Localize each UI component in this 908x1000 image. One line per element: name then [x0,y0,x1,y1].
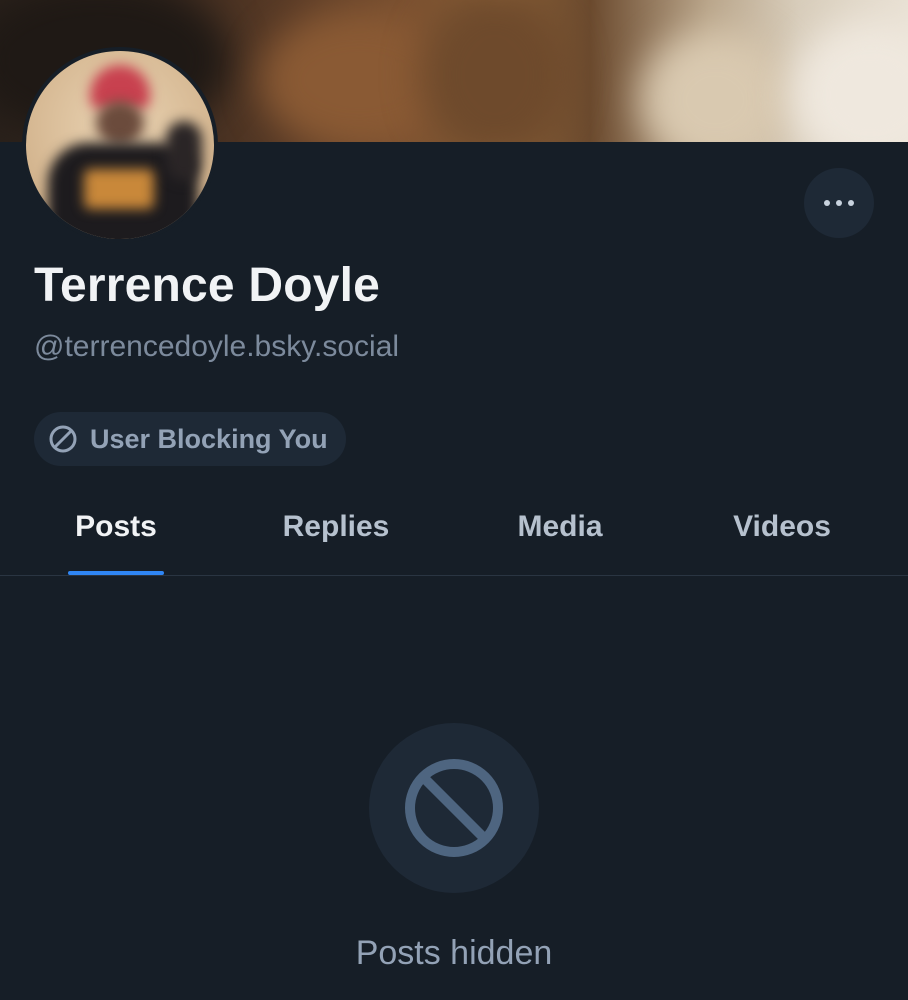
display-name: Terrence Doyle [34,259,381,312]
profile-handle: @terrencedoyle.bsky.social [34,330,400,363]
tab-label: Media [517,510,603,543]
tab-videos[interactable]: Videos [716,490,848,575]
more-options-button[interactable] [804,168,874,238]
posts-hidden-message: Posts hidden [355,934,553,972]
tab-media[interactable]: Media [500,490,620,575]
blocking-status-label: User Blocking You [90,423,328,454]
avatar[interactable] [22,47,218,243]
tab-label: Videos [733,510,831,543]
posts-hidden-icon-container [369,723,539,893]
tab-label: Replies [282,510,390,543]
blocking-status-badge[interactable]: User Blocking You [34,412,346,466]
active-tab-indicator [68,571,164,575]
tab-label: Posts [75,510,157,543]
block-icon [405,759,503,857]
tab-posts[interactable]: Posts [68,490,164,575]
block-icon [49,425,77,453]
profile-tabs: Posts Replies Media Videos [0,490,908,576]
tab-replies[interactable]: Replies [270,490,402,575]
ellipsis-icon [824,200,854,206]
avatar-image [26,51,214,239]
